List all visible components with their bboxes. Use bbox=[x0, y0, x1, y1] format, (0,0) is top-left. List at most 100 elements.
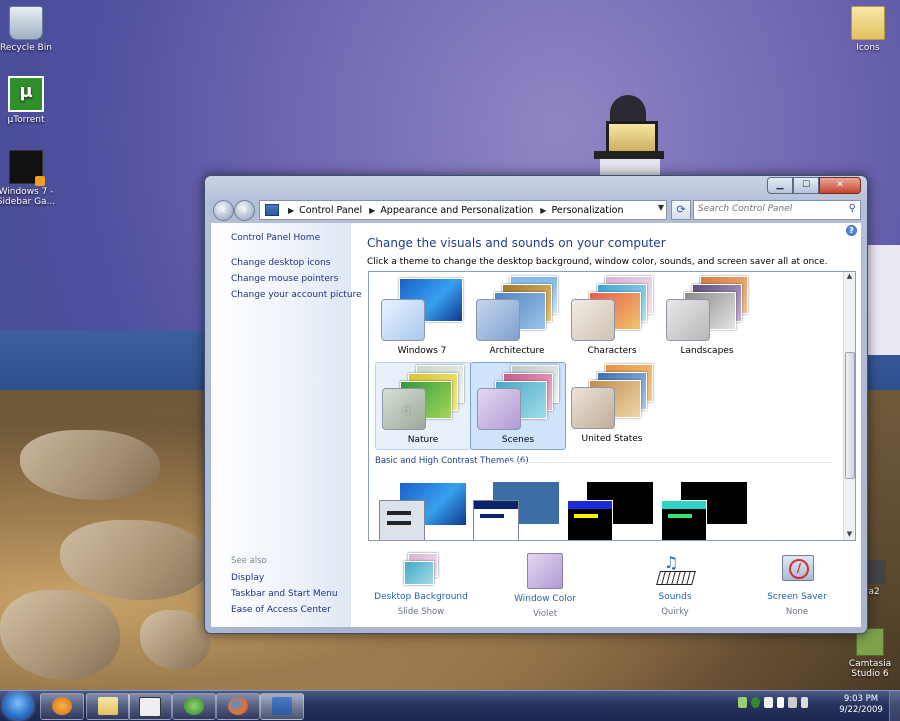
forward-button[interactable]: › bbox=[234, 200, 255, 221]
theme-window-preview bbox=[379, 500, 425, 540]
basic-themes-heading[interactable]: Basic and High Contrast Themes (6) bbox=[375, 456, 529, 466]
themes-scrollbar[interactable]: ▲ ▼ bbox=[843, 272, 855, 540]
personalization-window: ▁ ☐ ✕ ‹ › ▶ Control Panel ▶ Appearance a… bbox=[204, 175, 868, 634]
show-desktop-button[interactable] bbox=[889, 691, 900, 721]
theme-label: Landscapes bbox=[680, 346, 734, 356]
search-icon[interactable]: ⚲ bbox=[849, 203, 856, 214]
scrollbar-thumb[interactable] bbox=[845, 352, 855, 479]
screen-saver-icon: / bbox=[780, 553, 814, 587]
screen-saver-item[interactable]: / Screen Saver None bbox=[747, 553, 847, 617]
sounds-item[interactable]: ♫ Sounds Quirky bbox=[625, 553, 725, 617]
control-panel-icon bbox=[265, 204, 279, 216]
change-account-picture-link[interactable]: Change your account picture bbox=[231, 290, 362, 300]
tray-plant-icon[interactable] bbox=[738, 697, 747, 708]
themes-gallery: Windows 7 Architecture Characters Landsc… bbox=[368, 271, 856, 541]
taskbar-firefox[interactable] bbox=[216, 693, 260, 720]
breadcrumb-separator[interactable]: ▶ bbox=[540, 206, 546, 215]
desktop-icon-label: Icons bbox=[856, 43, 880, 53]
theme-label: Architecture bbox=[489, 346, 545, 356]
basic-theme-high-contrast-1[interactable] bbox=[567, 480, 661, 540]
taskbar-media-player[interactable] bbox=[40, 693, 84, 720]
video-file-icon bbox=[9, 150, 45, 186]
taskbar-explorer[interactable] bbox=[86, 693, 130, 720]
taskbar-clock[interactable]: 9:03 PM 9/22/2009 bbox=[836, 694, 886, 716]
taskbar-start-menu-link[interactable]: Taskbar and Start Menu bbox=[231, 589, 338, 599]
theme-landscapes[interactable]: Landscapes bbox=[660, 274, 754, 360]
breadcrumb-appearance[interactable]: Appearance and Personalization bbox=[380, 205, 533, 216]
taskbar-app-3[interactable] bbox=[128, 693, 172, 720]
folder-icon bbox=[851, 6, 885, 40]
clock-date: 9/22/2009 bbox=[839, 705, 883, 715]
basic-theme-windows-classic[interactable] bbox=[473, 480, 567, 540]
theme-characters[interactable]: Characters bbox=[565, 274, 659, 360]
desktop-icon-label: Recycle Bin bbox=[0, 43, 52, 53]
app-icon bbox=[139, 697, 161, 717]
breadcrumb-separator: ▶ bbox=[288, 205, 295, 215]
breadcrumb-personalization[interactable]: Personalization bbox=[551, 205, 623, 216]
minimize-button[interactable]: ▁ bbox=[767, 177, 793, 194]
desktop-background-item[interactable]: Desktop Background Slide Show bbox=[371, 553, 471, 617]
desktop-background-label[interactable]: Desktop Background bbox=[371, 592, 471, 602]
breadcrumb-separator[interactable]: ▶ bbox=[369, 206, 375, 215]
window-color-label[interactable]: Window Color bbox=[495, 594, 595, 604]
taskbar-app-4[interactable] bbox=[172, 693, 216, 720]
rock bbox=[0, 590, 120, 680]
caption-buttons: ▁ ☐ ✕ bbox=[767, 177, 861, 194]
search-box[interactable]: ⚲ bbox=[693, 200, 861, 220]
ease-of-access-link[interactable]: Ease of Access Center bbox=[231, 605, 331, 615]
address-bar[interactable]: ▶ Control Panel ▶ Appearance and Persona… bbox=[259, 200, 667, 220]
window-color-value: Violet bbox=[532, 609, 558, 619]
scroll-down-icon[interactable]: ▼ bbox=[844, 530, 855, 540]
display-link[interactable]: Display bbox=[231, 573, 264, 583]
theme-label: Nature bbox=[407, 435, 439, 445]
desktop-icon-camtasia[interactable]: Camtasia Studio 6 bbox=[842, 628, 898, 679]
close-button[interactable]: ✕ bbox=[819, 177, 861, 194]
navigation-bar: ‹ › ▶ Control Panel ▶ Appearance and Per… bbox=[211, 199, 861, 221]
theme-scenes[interactable]: Scenes bbox=[470, 362, 566, 450]
theme-color-swatch bbox=[381, 299, 425, 341]
refresh-button[interactable]: ⟳ bbox=[671, 200, 691, 220]
start-button[interactable] bbox=[3, 692, 33, 720]
network-icon[interactable] bbox=[788, 697, 797, 708]
theme-united-states[interactable]: United States bbox=[565, 362, 659, 448]
help-icon[interactable]: ? bbox=[846, 225, 857, 236]
volume-icon[interactable] bbox=[801, 697, 808, 708]
change-desktop-icons-link[interactable]: Change desktop icons bbox=[231, 258, 330, 268]
rock bbox=[140, 610, 210, 670]
firefox-icon bbox=[228, 697, 248, 715]
theme-architecture[interactable]: Architecture bbox=[470, 274, 564, 360]
theme-settings-bar: Desktop Background Slide Show Window Col… bbox=[361, 553, 861, 623]
desktop-icon-video[interactable]: Windows 7 - Sidebar Ga... bbox=[0, 150, 56, 207]
desktop-icon-recycle-bin[interactable]: Recycle Bin bbox=[0, 6, 56, 53]
search-input[interactable] bbox=[694, 201, 838, 217]
change-mouse-pointers-link[interactable]: Change mouse pointers bbox=[231, 274, 338, 284]
left-task-pane: Control Panel Home Change desktop icons … bbox=[211, 223, 362, 627]
address-dropdown-icon[interactable]: ▼ bbox=[658, 203, 664, 212]
desktop-icon-icons-folder[interactable]: Icons bbox=[838, 6, 898, 53]
back-button[interactable]: ‹ bbox=[213, 200, 234, 221]
action-center-flag-icon[interactable] bbox=[777, 697, 784, 708]
desktop-icon-label: µTorrent bbox=[7, 115, 45, 125]
theme-nature[interactable]: ☝ Nature bbox=[375, 362, 471, 450]
basic-theme-high-contrast-2[interactable] bbox=[661, 480, 755, 540]
taskbar-control-panel[interactable] bbox=[260, 693, 304, 720]
window-color-swatch-icon bbox=[527, 553, 563, 589]
theme-windows-7[interactable]: Windows 7 bbox=[375, 274, 469, 360]
desktop-icon-utorrent[interactable]: µ µTorrent bbox=[0, 76, 56, 125]
tray-app-icon[interactable] bbox=[764, 697, 773, 708]
scroll-up-icon[interactable]: ▲ bbox=[844, 272, 855, 282]
theme-color-swatch bbox=[571, 299, 615, 341]
explorer-folder-icon bbox=[98, 697, 118, 715]
maximize-button[interactable]: ☐ bbox=[793, 177, 819, 194]
utorrent-icon: µ bbox=[8, 76, 44, 112]
sounds-label[interactable]: Sounds bbox=[625, 592, 725, 602]
window-color-item[interactable]: Window Color Violet bbox=[495, 553, 595, 619]
desktop-background-value: Slide Show bbox=[397, 607, 445, 617]
sounds-icon: ♫ bbox=[656, 553, 696, 587]
tray-utorrent-icon[interactable] bbox=[751, 697, 760, 708]
breadcrumb-control-panel[interactable]: Control Panel bbox=[299, 205, 362, 216]
screen-saver-label[interactable]: Screen Saver bbox=[747, 592, 847, 602]
basic-theme-windows-basic[interactable] bbox=[379, 480, 473, 540]
control-panel-home-link[interactable]: Control Panel Home bbox=[231, 233, 320, 243]
media-player-icon bbox=[52, 697, 72, 715]
